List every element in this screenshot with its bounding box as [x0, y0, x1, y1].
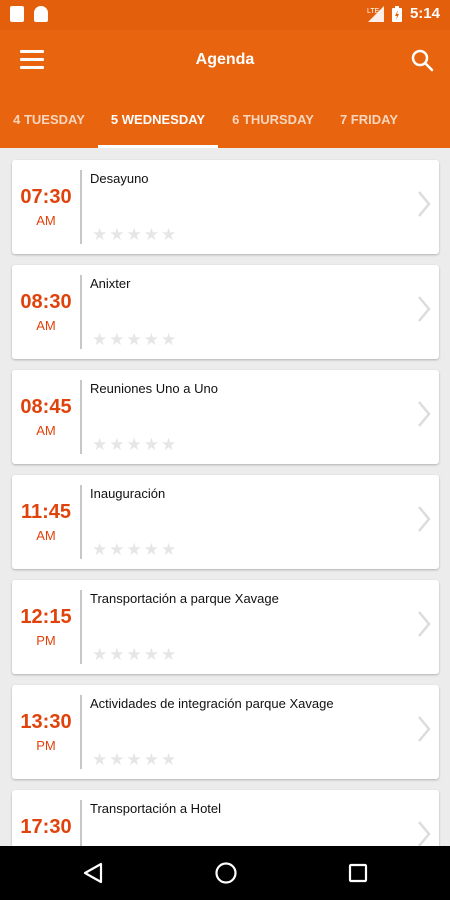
tab-tuesday[interactable]: 4 TUESDAY: [0, 92, 98, 148]
event-ampm: PM: [36, 633, 56, 648]
event-time: 08:45: [20, 396, 72, 418]
event-title: Reuniones Uno a Uno: [90, 381, 218, 396]
divider: [80, 275, 82, 349]
chevron-right-icon: [418, 191, 431, 217]
event-time: 17:30: [20, 816, 72, 838]
event-time: 08:30: [20, 291, 72, 313]
chevron-right-icon: [418, 401, 431, 427]
event-ampm: PM: [36, 738, 56, 753]
rating-stars[interactable]: ★ ★ ★ ★ ★: [92, 541, 176, 559]
event-title: Anixter: [90, 276, 131, 291]
battery-icon: [391, 5, 402, 22]
rating-stars[interactable]: ★ ★ ★ ★ ★: [92, 226, 176, 244]
notification-icon: [10, 6, 24, 22]
rating-stars[interactable]: ★ ★ ★ ★ ★: [92, 646, 176, 664]
rating-stars[interactable]: ★ ★ ★ ★ ★: [92, 436, 176, 454]
event-title: Inauguración: [90, 486, 166, 501]
divider: [80, 800, 82, 846]
event-card[interactable]: 07:30 AM Desayuno ★ ★ ★ ★ ★: [12, 160, 439, 254]
chevron-right-icon: [418, 611, 431, 637]
rating-stars[interactable]: ★ ★ ★ ★ ★: [92, 331, 176, 349]
divider: [80, 590, 82, 664]
day-tabs: 4 TUESDAY 5 WEDNESDAY 6 THURSDAY 7 FRIDA…: [0, 92, 450, 148]
network-type: LTE: [367, 8, 380, 15]
back-icon[interactable]: [82, 861, 104, 885]
event-ampm: AM: [36, 423, 56, 438]
home-icon[interactable]: [214, 861, 238, 885]
event-card[interactable]: 17:30 Transportación a Hotel ★★★★★: [12, 790, 439, 846]
status-time: 5:14: [409, 5, 440, 22]
event-title: Transportación a parque Xavage: [90, 591, 279, 606]
divider: [80, 485, 82, 559]
event-title: Desayuno: [90, 171, 149, 186]
event-card[interactable]: 08:30 AM Anixter ★ ★ ★ ★ ★: [12, 265, 439, 359]
status-bar: LTE 5:14: [0, 0, 450, 30]
android-icon: [34, 6, 48, 22]
event-time: 07:30: [20, 186, 72, 208]
search-icon[interactable]: [410, 48, 434, 72]
event-ampm: AM: [36, 528, 56, 543]
event-ampm: AM: [36, 213, 56, 228]
divider: [80, 380, 82, 454]
event-time: 13:30: [20, 711, 72, 733]
event-card[interactable]: 13:30 PM Actividades de integración parq…: [12, 685, 439, 779]
agenda-list[interactable]: 07:30 AM Desayuno ★ ★ ★ ★ ★ 08:30 AM Anixter…: [0, 148, 450, 846]
divider: [80, 695, 82, 769]
chevron-right-icon: [418, 506, 431, 532]
divider: [80, 170, 82, 244]
event-ampm: AM: [36, 318, 56, 333]
event-card[interactable]: 11:45 AM Inauguración ★ ★ ★ ★ ★: [12, 475, 439, 569]
tab-thursday[interactable]: 6 THURSDAY: [218, 92, 328, 148]
event-title: Transportación a Hotel: [90, 801, 222, 816]
chevron-right-icon: [418, 296, 431, 322]
app-bar: Agenda: [0, 30, 450, 92]
navigation-bar: [0, 846, 450, 900]
chevron-right-icon: [418, 821, 431, 846]
event-card[interactable]: 08:45 AM Reuniones Uno a Uno ★ ★ ★ ★ ★: [12, 370, 439, 464]
signal-icon: LTE: [367, 5, 384, 22]
event-time: 11:45: [20, 501, 72, 523]
page-title: Agenda: [195, 51, 255, 68]
recents-icon[interactable]: [347, 861, 369, 885]
chevron-right-icon: [418, 716, 431, 742]
tab-friday[interactable]: 7 FRIDAY: [328, 92, 410, 148]
tab-wednesday[interactable]: 5 WEDNESDAY: [98, 92, 218, 148]
event-card[interactable]: 12:15 PM Transportación a parque Xavage …: [12, 580, 439, 674]
rating-stars[interactable]: ★ ★ ★ ★ ★: [92, 751, 176, 769]
event-title: Actividades de integración parque Xavage: [90, 696, 334, 711]
event-time: 12:15: [20, 606, 72, 628]
